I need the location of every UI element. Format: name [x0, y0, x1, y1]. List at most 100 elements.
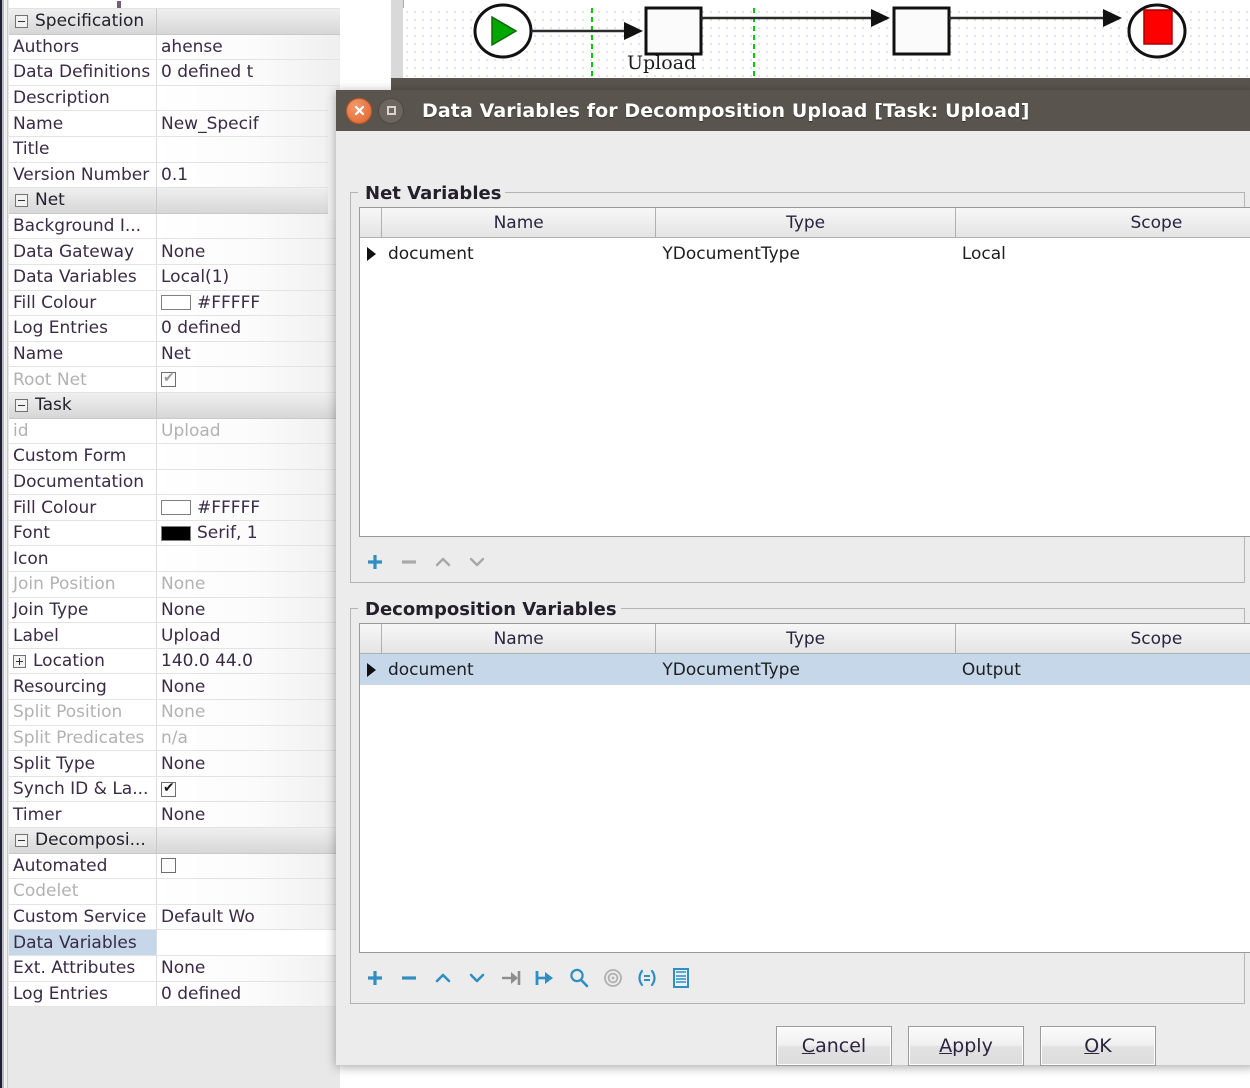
- property-row[interactable]: Icon: [9, 546, 340, 573]
- property-value[interactable]: [157, 469, 340, 495]
- column-header-name[interactable]: Name: [381, 624, 657, 654]
- property-row[interactable]: Label Upload: [9, 623, 340, 649]
- net-variables-table[interactable]: Name Type Scope document YDocumentType L…: [359, 207, 1250, 537]
- property-row[interactable]: Custom Form: [9, 444, 340, 470]
- move-up-button[interactable]: [426, 963, 460, 993]
- property-value[interactable]: Local(1): [157, 264, 340, 290]
- property-row[interactable]: Log Entries 0 defined: [9, 316, 340, 342]
- property-row[interactable]: Custom Service Default Wo: [9, 904, 340, 931]
- property-row[interactable]: Decomposi...: [9, 828, 340, 854]
- property-row[interactable]: Fill Colour #FFFFF: [9, 290, 340, 317]
- document-lines-icon[interactable]: [664, 963, 698, 993]
- property-row[interactable]: Title: [9, 136, 340, 163]
- property-row[interactable]: Background I...: [9, 213, 340, 240]
- property-value[interactable]: None: [157, 751, 340, 776]
- property-row[interactable]: Specification: [9, 9, 340, 35]
- property-value[interactable]: Upload: [157, 418, 340, 444]
- close-icon[interactable]: [346, 97, 372, 124]
- column-header-scope[interactable]: Scope: [955, 208, 1250, 238]
- collapse-icon[interactable]: [15, 14, 28, 28]
- column-header-name[interactable]: Name: [381, 208, 657, 238]
- property-value[interactable]: [157, 853, 340, 879]
- property-grid-panel[interactable]: Specification Authors ahense Data Definitio…: [0, 0, 340, 1088]
- move-up-button[interactable]: [426, 547, 460, 577]
- property-value[interactable]: None: [157, 802, 340, 827]
- property-value[interactable]: None: [157, 955, 340, 981]
- cancel-button[interactable]: Cancel: [776, 1026, 892, 1066]
- property-row[interactable]: Description: [9, 85, 340, 112]
- property-row[interactable]: Root Net: [9, 367, 340, 393]
- cell-scope[interactable]: Local: [956, 238, 1250, 269]
- property-checkbox[interactable]: [161, 858, 176, 874]
- target-icon[interactable]: [596, 963, 630, 993]
- cell-type[interactable]: YDocumentType: [656, 238, 955, 269]
- property-value[interactable]: [157, 85, 340, 111]
- move-down-button[interactable]: [460, 963, 494, 993]
- property-value[interactable]: [157, 776, 340, 802]
- property-row[interactable]: Split Predicates n/a: [9, 725, 340, 752]
- property-row[interactable]: Font Serif, 1: [9, 520, 340, 547]
- property-row[interactable]: Data Definitions 0 defined t: [9, 60, 340, 86]
- property-row[interactable]: Log Entries 0 defined: [9, 981, 340, 1008]
- dialog-titlebar[interactable]: Data Variables for Decomposition Upload …: [336, 90, 1250, 131]
- table-row[interactable]: document YDocumentType Local: [360, 238, 1250, 269]
- property-value[interactable]: #FFFFF: [157, 495, 340, 520]
- column-header-type[interactable]: Type: [656, 208, 956, 238]
- property-value[interactable]: [157, 188, 340, 213]
- column-header-marker[interactable]: [360, 208, 382, 238]
- property-value[interactable]: 0 defined t: [157, 60, 340, 85]
- property-row[interactable]: Fill Colour #FFFFF: [9, 495, 340, 521]
- property-value[interactable]: None: [157, 700, 340, 725]
- collapse-icon[interactable]: [15, 193, 28, 207]
- property-value[interactable]: Default Wo: [157, 904, 340, 930]
- input-mapping-button[interactable]: [494, 963, 528, 993]
- collapse-icon[interactable]: [15, 398, 28, 412]
- colour-swatch[interactable]: [161, 295, 191, 311]
- add-variable-button[interactable]: [358, 547, 392, 577]
- property-value[interactable]: [157, 213, 340, 239]
- property-value[interactable]: New_Specif: [157, 111, 340, 136]
- angle-brackets-icon[interactable]: [630, 963, 664, 993]
- decomposition-variables-table[interactable]: Name Type Scope document YDocumentType O…: [359, 623, 1250, 953]
- decomposition-variables-empty-area[interactable]: [360, 685, 1250, 952]
- property-row[interactable]: Join Type None: [9, 597, 340, 624]
- property-value[interactable]: 0.1: [157, 162, 340, 188]
- ok-button[interactable]: OK: [1040, 1026, 1156, 1066]
- property-value[interactable]: [157, 367, 340, 392]
- property-value[interactable]: [157, 879, 340, 904]
- property-value[interactable]: [157, 444, 340, 469]
- move-down-button[interactable]: [460, 547, 494, 577]
- property-value[interactable]: None: [157, 239, 340, 264]
- colour-swatch[interactable]: [161, 525, 191, 541]
- property-row[interactable]: Net: [9, 188, 340, 214]
- property-row[interactable]: Location 140.0 44.0: [9, 648, 340, 675]
- maximize-icon[interactable]: [378, 97, 404, 124]
- cell-type[interactable]: YDocumentType: [656, 654, 955, 685]
- property-row[interactable]: Synch ID & La...: [9, 776, 340, 803]
- property-value[interactable]: Serif, 1: [157, 520, 340, 546]
- cell-scope[interactable]: Output: [956, 654, 1250, 685]
- apply-button[interactable]: Apply: [908, 1026, 1024, 1066]
- property-value[interactable]: [157, 9, 340, 34]
- property-value[interactable]: [157, 930, 340, 955]
- property-row[interactable]: Join Position None: [9, 572, 340, 598]
- column-header-type[interactable]: Type: [656, 624, 956, 654]
- property-row[interactable]: Data Variables: [9, 930, 340, 956]
- property-value[interactable]: Upload: [157, 623, 340, 648]
- property-value[interactable]: 0 defined: [157, 981, 340, 1007]
- property-row[interactable]: Version Number 0.1: [9, 162, 340, 189]
- data-variables-dialog[interactable]: Data Variables for Decomposition Upload …: [336, 90, 1250, 1066]
- expand-icon[interactable]: [13, 654, 26, 668]
- property-value[interactable]: Net: [157, 341, 340, 367]
- property-value[interactable]: [157, 546, 340, 572]
- add-variable-button[interactable]: [358, 963, 392, 993]
- property-row[interactable]: Ext. Attributes None: [9, 955, 340, 982]
- property-row[interactable]: Codelet: [9, 879, 340, 905]
- property-row[interactable]: Data Variables Local(1): [9, 264, 340, 291]
- property-value[interactable]: 0 defined: [157, 316, 340, 341]
- property-row[interactable]: Split Position None: [9, 700, 340, 726]
- property-row[interactable]: Data Gateway None: [9, 239, 340, 265]
- property-row[interactable]: Name Net: [9, 341, 340, 368]
- property-row[interactable]: Authors ahense: [9, 34, 340, 61]
- property-row[interactable]: id Upload: [9, 418, 340, 445]
